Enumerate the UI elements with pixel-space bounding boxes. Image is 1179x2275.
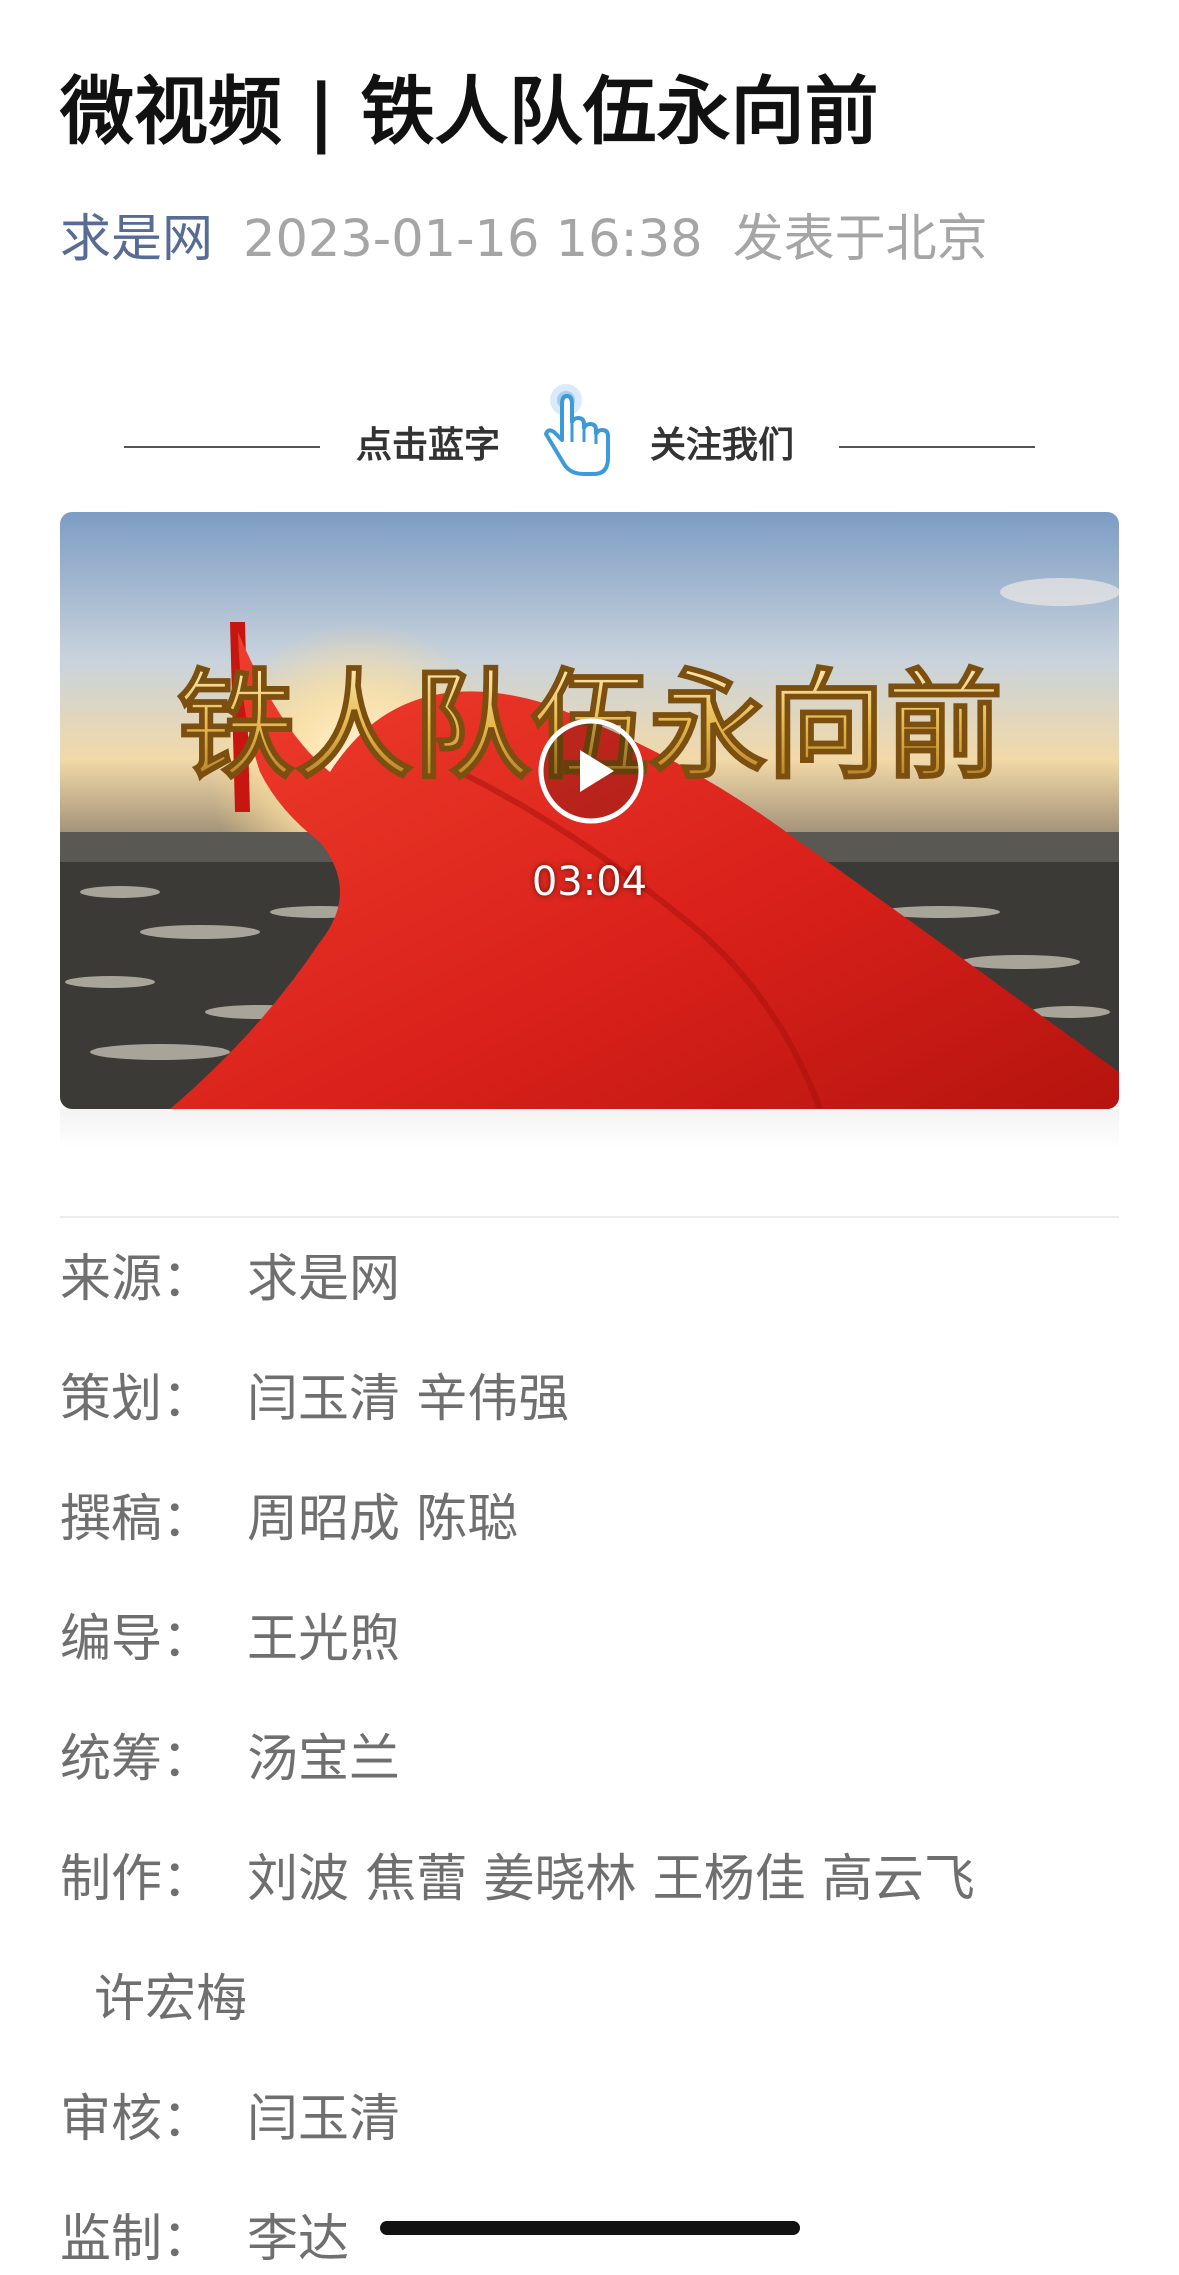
credit-value: 王光煦 <box>247 1610 401 1669</box>
credit-value: 汤宝兰 <box>247 1730 401 1789</box>
follow-text-right: 关注我们 <box>650 425 795 466</box>
credit-row-writer: 撰稿： 周昭成 陈聪 <box>60 1485 552 1555</box>
video-player[interactable]: 铁人队伍永向前 03:04 <box>60 512 1119 1109</box>
credit-row-planning: 策划： 闫玉清 辛伟强 <box>60 1365 603 1435</box>
credit-row-source: 来源： 求是网 <box>60 1245 434 1315</box>
credit-label: 统筹： <box>60 1730 214 1789</box>
article-meta: 求是网 2023-01-16 16:38 发表于北京 <box>60 205 988 275</box>
credit-label: 制作： <box>60 1850 214 1909</box>
play-icon[interactable] <box>536 716 646 826</box>
follow-banner[interactable]: 点击蓝字 关注我们 <box>0 380 1179 500</box>
credit-value: 闫玉清 <box>247 2090 401 2149</box>
publish-location: 发表于北京 <box>732 210 988 269</box>
credit-value: 求是网 <box>247 1250 401 1309</box>
tap-hand-icon <box>544 384 610 476</box>
divider-line-right <box>839 446 1035 448</box>
credit-row-production-cont: 许宏梅 <box>60 1965 281 2035</box>
credit-label: 来源： <box>60 1250 214 1309</box>
home-indicator[interactable] <box>380 2221 800 2235</box>
credit-row-supervisor: 监制： 李达 <box>60 2205 383 2275</box>
credit-value: 许宏梅 <box>94 1970 248 2029</box>
credit-value: 刘波 焦蕾 姜晓林 王杨佳 高云飞 <box>247 1850 975 1909</box>
video-caption-area <box>60 1109 1119 1149</box>
credit-label: 撰稿： <box>60 1490 214 1549</box>
credit-value: 闫玉清 辛伟强 <box>247 1370 570 1429</box>
credit-value: 李达 <box>247 2210 350 2269</box>
video-duration: 03:04 <box>531 859 648 905</box>
credit-value: 周昭成 陈聪 <box>247 1490 519 1549</box>
follow-text-left: 点击蓝字 <box>356 425 501 466</box>
credit-label: 审核： <box>60 2090 214 2149</box>
credit-row-director: 编导： 王光煦 <box>60 1605 434 1675</box>
credit-label: 编导： <box>60 1610 214 1669</box>
divider-line-left <box>124 446 320 448</box>
credit-row-review: 审核： 闫玉清 <box>60 2085 434 2155</box>
publish-datetime: 2023-01-16 16:38 <box>243 210 703 269</box>
author-link[interactable]: 求是网 <box>60 210 213 269</box>
credit-label: 策划： <box>60 1370 214 1429</box>
content-divider <box>60 1216 1119 1218</box>
article-title: 微视频 | 铁人队伍永向前 <box>60 69 879 155</box>
credit-row-coordinator: 统筹： 汤宝兰 <box>60 1725 434 1795</box>
credit-label: 监制： <box>60 2210 214 2269</box>
credit-row-production: 制作： 刘波 焦蕾 姜晓林 王杨佳 高云飞 <box>60 1845 1009 1915</box>
